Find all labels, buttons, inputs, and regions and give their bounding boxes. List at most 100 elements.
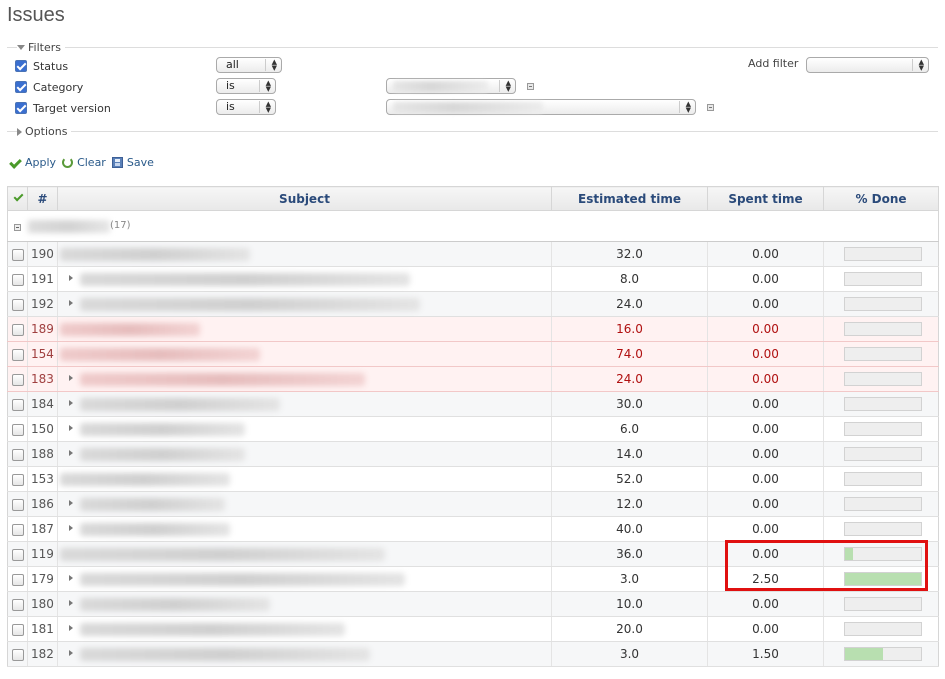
expand-children-icon[interactable] xyxy=(69,450,73,456)
issue-subject[interactable] xyxy=(57,641,552,667)
issue-id[interactable]: 153 xyxy=(27,466,58,492)
row-checkbox[interactable] xyxy=(11,573,24,586)
issue-id[interactable]: 180 xyxy=(27,591,58,617)
filter-target-version-operator-select[interactable]: is ▲ ▼ xyxy=(216,99,276,115)
expand-children-icon[interactable] xyxy=(69,300,73,306)
row-checkbox[interactable] xyxy=(11,248,24,261)
row-checkbox[interactable] xyxy=(11,273,24,286)
expand-children-icon[interactable] xyxy=(69,625,73,631)
apply-button[interactable]: Apply xyxy=(9,156,56,169)
issue-id[interactable]: 182 xyxy=(27,641,58,667)
issue-subject[interactable] xyxy=(57,566,552,592)
row-checkbox[interactable] xyxy=(11,323,24,336)
filter-category-value-select[interactable]: ▲ ▼ xyxy=(386,78,516,94)
issue-subject[interactable] xyxy=(57,616,552,642)
row-checkbox[interactable] xyxy=(11,648,24,661)
expand-children-icon[interactable] xyxy=(69,500,73,506)
issue-id[interactable]: 179 xyxy=(27,566,58,592)
issue-id[interactable]: 184 xyxy=(27,391,58,417)
column-header-done[interactable]: % Done xyxy=(823,186,939,211)
row-checkbox[interactable] xyxy=(11,398,24,411)
issue-id[interactable]: 154 xyxy=(27,341,58,367)
issue-id[interactable]: 150 xyxy=(27,416,58,442)
row-checkbox[interactable] xyxy=(11,548,24,561)
column-header-id[interactable]: # xyxy=(27,186,58,211)
expand-children-icon[interactable] xyxy=(69,375,73,381)
table-row[interactable]: 150 6.0 0.00 xyxy=(7,416,939,442)
issue-id[interactable]: 192 xyxy=(27,291,58,317)
issue-id[interactable]: 189 xyxy=(27,316,58,342)
group-collapse-icon[interactable] xyxy=(14,224,21,231)
issue-id[interactable]: 181 xyxy=(27,616,58,642)
column-header-spent-time[interactable]: Spent time xyxy=(707,186,824,211)
row-checkbox[interactable] xyxy=(11,473,24,486)
add-filter-select[interactable]: ▲ ▼ xyxy=(806,57,929,73)
filter-target-version-checkbox[interactable] xyxy=(15,102,27,114)
table-row[interactable]: 182 3.0 1.50 xyxy=(7,641,939,667)
issue-subject[interactable] xyxy=(57,291,552,317)
remove-filter-icon[interactable] xyxy=(707,104,714,111)
issue-subject[interactable] xyxy=(57,366,552,392)
table-row[interactable]: 119 36.0 0.00 xyxy=(7,541,939,567)
table-row[interactable]: 190 32.0 0.00 xyxy=(7,241,939,267)
options-legend[interactable]: Options xyxy=(17,125,72,138)
filter-category-checkbox[interactable] xyxy=(15,81,27,93)
issue-subject[interactable] xyxy=(57,416,552,442)
clear-button[interactable]: Clear xyxy=(62,156,106,169)
row-checkbox[interactable] xyxy=(11,523,24,536)
issue-id[interactable]: 183 xyxy=(27,366,58,392)
issue-id[interactable]: 119 xyxy=(27,541,58,567)
table-row[interactable]: 181 20.0 0.00 xyxy=(7,616,939,642)
issue-subject[interactable] xyxy=(57,491,552,517)
table-row[interactable]: 189 16.0 0.00 xyxy=(7,316,939,342)
expand-children-icon[interactable] xyxy=(69,525,73,531)
issue-subject[interactable] xyxy=(57,541,552,567)
filters-legend[interactable]: Filters xyxy=(17,41,65,54)
issue-id[interactable]: 188 xyxy=(27,441,58,467)
issue-id[interactable]: 190 xyxy=(27,241,58,267)
filter-target-version-value-select[interactable]: ▲ ▼ xyxy=(386,99,696,115)
row-checkbox[interactable] xyxy=(11,623,24,636)
issue-subject[interactable] xyxy=(57,591,552,617)
table-row[interactable]: 153 52.0 0.00 xyxy=(7,466,939,492)
row-checkbox[interactable] xyxy=(11,423,24,436)
column-header-subject[interactable]: Subject xyxy=(57,186,552,211)
issue-subject[interactable] xyxy=(57,266,552,292)
table-row[interactable]: 184 30.0 0.00 xyxy=(7,391,939,417)
row-checkbox[interactable] xyxy=(11,373,24,386)
expand-children-icon[interactable] xyxy=(69,575,73,581)
row-checkbox[interactable] xyxy=(11,348,24,361)
issue-subject[interactable] xyxy=(57,466,552,492)
expand-children-icon[interactable] xyxy=(69,275,73,281)
expand-children-icon[interactable] xyxy=(69,600,73,606)
issue-id[interactable]: 186 xyxy=(27,491,58,517)
issue-subject[interactable] xyxy=(57,391,552,417)
table-row[interactable]: 183 24.0 0.00 xyxy=(7,366,939,392)
table-row[interactable]: 154 74.0 0.00 xyxy=(7,341,939,367)
issue-subject[interactable] xyxy=(57,441,552,467)
issue-subject[interactable] xyxy=(57,341,552,367)
remove-filter-icon[interactable] xyxy=(527,83,534,90)
table-row[interactable]: 180 10.0 0.00 xyxy=(7,591,939,617)
table-row[interactable]: 188 14.0 0.00 xyxy=(7,441,939,467)
filter-status-checkbox[interactable] xyxy=(15,60,27,72)
filter-category-operator-select[interactable]: is ▲ ▼ xyxy=(216,78,276,94)
row-checkbox[interactable] xyxy=(11,298,24,311)
expand-children-icon[interactable] xyxy=(69,650,73,656)
table-row[interactable]: 186 12.0 0.00 xyxy=(7,491,939,517)
column-header-estimated-time[interactable]: Estimated time xyxy=(551,186,708,211)
filter-status-operator-select[interactable]: all ▲ ▼ xyxy=(216,57,282,73)
row-checkbox[interactable] xyxy=(11,498,24,511)
expand-children-icon[interactable] xyxy=(69,425,73,431)
save-button[interactable]: Save xyxy=(111,156,154,169)
expand-children-icon[interactable] xyxy=(69,400,73,406)
table-row[interactable]: 187 40.0 0.00 xyxy=(7,516,939,542)
row-checkbox[interactable] xyxy=(11,598,24,611)
row-checkbox[interactable] xyxy=(11,448,24,461)
table-row[interactable]: 191 8.0 0.00 xyxy=(7,266,939,292)
table-row[interactable]: 192 24.0 0.00 xyxy=(7,291,939,317)
issue-subject[interactable] xyxy=(57,316,552,342)
issue-id[interactable]: 191 xyxy=(27,266,58,292)
issue-subject[interactable] xyxy=(57,516,552,542)
issue-id[interactable]: 187 xyxy=(27,516,58,542)
